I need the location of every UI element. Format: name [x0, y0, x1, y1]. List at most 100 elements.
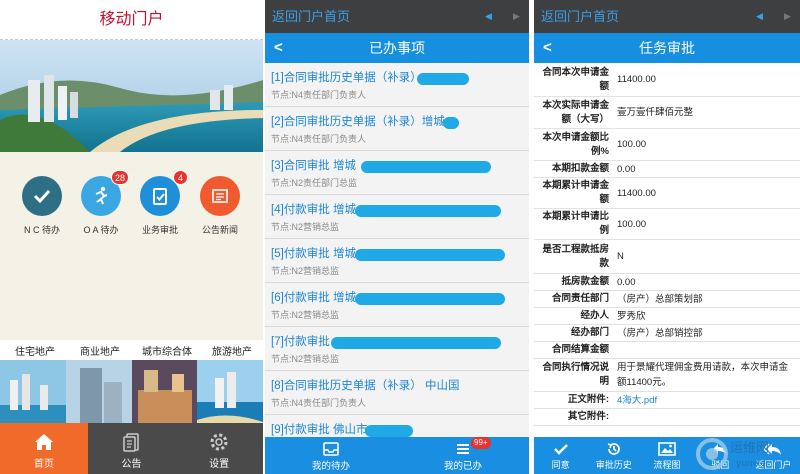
list-item[interactable]: [6]付款审批 增城 节点:N2营销总监	[265, 283, 529, 327]
field-label: 本期累计申请金额	[542, 180, 609, 205]
news-shortcut[interactable]: 公告新闻	[190, 176, 250, 236]
field-value: （房产）总部销控部	[617, 327, 703, 339]
flowchart-label: 流程图	[653, 460, 681, 470]
list-item[interactable]: [9]付款审批 佛山市	[265, 415, 529, 437]
item-node: 节点:N4责任部门负责人	[271, 90, 367, 100]
form-row: 正文附件: 4海大.pdf	[534, 392, 800, 409]
watermark-logo: 运维网 yunwei	[696, 434, 796, 474]
list-item[interactable]: [8]合同审批历史单据（补录） 中山国 节点:N4责任部门负责人	[265, 371, 529, 415]
arrow-left-icon: ◀	[756, 11, 763, 21]
back-to-portal-link[interactable]: 返回门户首页	[541, 9, 619, 24]
clipboard-check-icon: 4	[140, 170, 188, 216]
item-node: 节点:N2营销总监	[271, 354, 340, 364]
field-label: 本期扣款金额	[551, 163, 609, 174]
form-row: 本期扣款金额 0.00	[534, 161, 800, 178]
form-row: 本期累计申请比例 100.00	[534, 209, 800, 240]
field-value: 用于景耀代理佣金费用请款，本次申请金额11400元。	[617, 362, 789, 388]
oa-todo-label: O A 待办	[83, 225, 119, 235]
nc-todo-shortcut[interactable]: N C 待办	[12, 176, 72, 236]
redaction-mask	[417, 73, 469, 85]
field-value	[612, 409, 800, 425]
review-form: 合同本次申请金额 11400.00 本次实际申请金额（大写） 壹万壹仟肆佰元整 本次…	[534, 63, 800, 437]
item-node: 节点:N4责任部门负责人	[271, 134, 367, 144]
field-label: 合同执行情况说明	[542, 362, 609, 387]
form-row: 经办部门 （房产）总部销控部	[534, 325, 800, 342]
field-value: 11400.00	[617, 187, 656, 199]
page-title: 任务审批	[639, 40, 695, 56]
tab-my-done[interactable]: 我的已办 99+	[397, 437, 529, 474]
done-list: [1]合同审批历史单据（补录） 节点:N4责任部门负责人 [2]合同审批历史单据…	[265, 63, 529, 437]
tab-settings[interactable]: 设置	[175, 423, 263, 474]
check-icon	[534, 440, 587, 458]
done-items-screen: 返回门户首页 ◀ ▶ < 已办事项 [1]合同审批历史单据（补录） 节点:N4责…	[265, 0, 529, 474]
list-item[interactable]: [1]合同审批历史单据（补录） 节点:N4责任部门负责人	[265, 63, 529, 107]
list-item[interactable]: [3]合同审批 增城 节点:N2责任部门总监	[265, 151, 529, 195]
field-label: 是否工程款抵房款	[542, 243, 609, 269]
field-label: 其它附件:	[567, 411, 609, 422]
news-label: 公告新闻	[201, 225, 238, 235]
attachment-link[interactable]: 4海大.pdf	[612, 392, 800, 408]
back-chevron-icon[interactable]: <	[543, 33, 552, 63]
form-row: 经办人 罗秀欣	[534, 308, 800, 325]
nc-todo-label: N C 待办	[23, 225, 60, 235]
list-item[interactable]: [4]付款审批 增城 节点:N2营销总监	[265, 195, 529, 239]
done-tab-bar: 我的待办 我的已办 99+	[265, 437, 529, 474]
portal-title: 移动门户	[0, 0, 263, 40]
flowchart-button[interactable]: 流程图	[640, 437, 693, 474]
tab-notice-label: 公告	[121, 459, 142, 470]
form-row: 合同责任部门 （房产）总部策划部	[534, 291, 800, 308]
form-row: 合同执行情况说明 用于景耀代理佣金费用请款，本次申请金额11400元。	[534, 359, 800, 392]
home-icon	[0, 429, 88, 455]
approval-shortcut[interactable]: 4 业务审批	[130, 170, 190, 236]
history-button[interactable]: 审批历史	[587, 437, 640, 474]
done-nav-bar: < 已办事项	[265, 33, 529, 63]
field-label: 合同本次申请金额	[542, 66, 609, 92]
inbox-icon	[265, 440, 397, 458]
tab-settings-label: 设置	[209, 459, 230, 470]
list-item[interactable]: [5]付款审批 增城 节点:N2营销总监	[265, 239, 529, 283]
banner-image	[0, 40, 263, 152]
back-to-portal-link[interactable]: 返回门户首页	[272, 9, 350, 24]
field-value: 壹万壹仟肆佰元整	[617, 107, 694, 118]
history-icon	[587, 440, 640, 458]
category-tourism[interactable]: 旅游地产	[212, 343, 252, 358]
item-node: 节点:N2营销总监	[271, 310, 340, 320]
document-icon	[88, 429, 176, 455]
field-label: 经办人	[580, 310, 609, 321]
tab-notice[interactable]: 公告	[88, 423, 176, 474]
tab-my-todo[interactable]: 我的待办	[265, 437, 397, 474]
item-node: 节点:N2责任部门总监	[271, 178, 358, 188]
review-nav-bar: < 任务审批	[534, 33, 800, 63]
field-value: 100.00	[617, 218, 647, 230]
field-value: 11400.00	[617, 74, 656, 85]
portal-tab-bar: 首页 公告 设置	[0, 423, 263, 474]
item-title: [8]合同审批历史单据（补录） 中山国	[271, 380, 460, 392]
field-label: 本次实际申请金额（大写）	[542, 99, 609, 125]
history-label: 审批历史	[595, 460, 632, 470]
oa-todo-shortcut[interactable]: 28 O A 待办	[71, 170, 131, 236]
category-row: 住宅地产 商业地产 城市综合体 旅游地产	[0, 340, 263, 360]
field-value: 罗秀欣	[617, 310, 646, 322]
field-value: 0.00	[617, 276, 636, 288]
list-item[interactable]: [2]合同审批历史单据（补录）增城 节点:N4责任部门负责人	[265, 107, 529, 151]
item-node: 节点:N2营销总监	[271, 266, 340, 276]
category-commercial[interactable]: 商业地产	[80, 343, 120, 358]
form-row: 合同结算金额	[534, 342, 800, 359]
back-chevron-icon[interactable]: <	[274, 33, 283, 63]
runner-icon: 28	[81, 170, 129, 216]
category-complex[interactable]: 城市综合体	[142, 343, 192, 358]
tab-home[interactable]: 首页	[0, 423, 88, 474]
task-review-screen: 返回门户首页 ◀ ▶ < 任务审批 合同本次申请金额 11400.00 本次实际申…	[534, 0, 800, 474]
status-bar: 返回门户首页 ◀ ▶	[265, 0, 529, 33]
list-item[interactable]: [7]付款审批 节点:N2营销总监	[265, 327, 529, 371]
status-bar: 返回门户首页 ◀ ▶	[534, 0, 800, 33]
category-residential[interactable]: 住宅地产	[15, 343, 55, 358]
approval-label: 业务审批	[141, 225, 178, 235]
field-value	[612, 342, 800, 358]
image-icon	[640, 440, 693, 458]
form-row: 本期累计申请金额 11400.00	[534, 178, 800, 209]
oa-todo-badge: 28	[110, 170, 129, 185]
field-value: 0.00	[617, 163, 636, 175]
redaction-mask	[443, 117, 459, 129]
approve-button[interactable]: 同意	[534, 437, 587, 474]
